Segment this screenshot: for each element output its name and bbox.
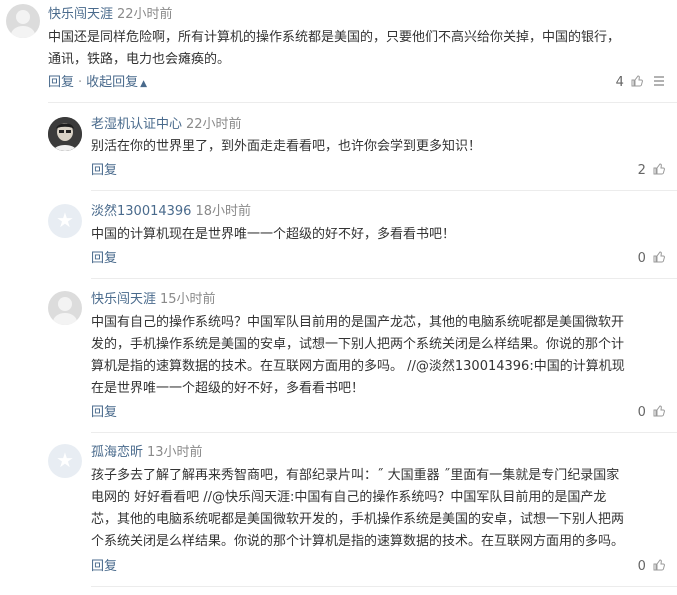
comment-author[interactable]: 快乐闯天涯 xyxy=(91,292,156,307)
more-menu-button[interactable] xyxy=(650,74,665,92)
reply-button[interactable]: 回复 xyxy=(91,405,117,420)
like-count: 2 xyxy=(637,163,646,178)
comment-text-line: 算机是指的速算数据的技术。在互联网方面用的多吗。 //@淡然130014396:… xyxy=(91,359,625,374)
comment-time: 15小时前 xyxy=(160,292,216,307)
user-photo xyxy=(48,117,82,151)
thumb-up-icon xyxy=(653,251,665,263)
thumb-up-icon xyxy=(653,559,665,571)
like-button[interactable]: 0 xyxy=(638,250,665,268)
comment-text-line: 孩子多去了解了解再来秀智商吧，有部纪录片叫：˝ 大国重器 ˝里面有一集就是专门纪… xyxy=(91,468,620,483)
like-button[interactable]: 0 xyxy=(638,558,665,576)
comment-text-line: 中国的计算机现在是世界唯一一个超级的好不好，多看看书吧！ xyxy=(91,227,456,242)
like-button[interactable]: 4 xyxy=(616,74,643,92)
comment-author[interactable]: 老湿机认证中心 xyxy=(91,117,182,132)
star-icon: ★ xyxy=(56,448,74,472)
avatar[interactable]: ★ xyxy=(48,204,82,238)
comment-time: 18小时前 xyxy=(195,204,251,219)
comment-text-line: 通讯，铁路，电力也会瘫痪的。 xyxy=(48,52,231,67)
comment-author[interactable]: 淡然130014396 xyxy=(91,204,191,219)
comment-text-line: 别活在你的世界里了，到外面走走看看吧，也许你会学到更多知识！ xyxy=(91,139,482,154)
comment-thread: 快乐闯天涯 22小时前 中国还是同样危险啊，所有计算机的操作系统都是美国的，只要他… xyxy=(0,0,677,595)
comment-text-line: 电网的 好好看看吧 //@快乐闯天涯:中国有自己的操作系统吗？中国军队目前用的是… xyxy=(91,490,607,505)
comment-author[interactable]: 快乐闯天涯 xyxy=(48,7,113,22)
comment-text-line: 芯，其他的电脑系统呢都是美国微软开发的，手机操作系统是美国的安卓，试想一下别人把… xyxy=(91,512,625,527)
collapse-replies-label: 收起回复 xyxy=(86,75,139,90)
divider xyxy=(48,102,677,103)
like-count: 4 xyxy=(615,75,624,90)
comment-text-line: 个系统关闭是么样结果。你说的那个计算机是指的速算数据的技术。在互联网方面用的多吗… xyxy=(91,534,625,549)
avatar[interactable] xyxy=(48,117,82,151)
collapse-replies-button[interactable]: 收起回复 ▲ xyxy=(86,75,147,90)
like-button[interactable]: 0 xyxy=(638,404,665,422)
comment-text-line: 发的，手机操作系统是美国的安卓，试想一下别人把两个系统关闭是么样结果。你说的那个… xyxy=(91,337,625,352)
reply-button[interactable]: 回复 xyxy=(48,75,74,90)
divider xyxy=(91,278,677,279)
star-icon: ★ xyxy=(56,208,74,232)
thumb-up-icon xyxy=(631,75,643,87)
comment-author[interactable]: 孤海恋昕 xyxy=(91,445,143,460)
comment-text: 中国还是同样危险啊，所有计算机的操作系统都是美国的，只要他们不高兴给你关掉，中国… xyxy=(48,27,620,71)
like-button[interactable]: 2 xyxy=(638,162,665,180)
avatar[interactable] xyxy=(6,4,40,38)
comment-text-line: 在是世界唯一一个超级的好不好，多看看书吧！ xyxy=(91,381,365,396)
comment-text: 中国的计算机现在是世界唯一一个超级的好不好，多看看书吧！ xyxy=(91,224,455,246)
comment-text: 别活在你的世界里了，到外面走走看看吧，也许你会学到更多知识！ xyxy=(91,136,481,158)
comment-text-line: 中国有自己的操作系统吗？中国军队目前用的是国产龙芯，其他的电脑系统呢都是美国微软… xyxy=(91,315,625,330)
caret-up-icon: ▲ xyxy=(140,79,148,89)
comment-text: 孩子多去了解了解再来秀智商吧，有部纪录片叫：˝ 大国重器 ˝里面有一集就是专门纪… xyxy=(91,465,624,553)
divider xyxy=(91,190,677,191)
comment-time: 22小时前 xyxy=(117,7,173,22)
reply-button[interactable]: 回复 xyxy=(91,251,117,266)
thumb-up-icon xyxy=(653,405,665,417)
avatar[interactable] xyxy=(48,291,82,325)
comment-time: 22小时前 xyxy=(186,117,242,132)
like-count: 0 xyxy=(637,405,646,420)
reply-button[interactable]: 回复 xyxy=(91,163,117,178)
divider xyxy=(91,432,677,433)
comment-text-line: 中国还是同样危险啊，所有计算机的操作系统都是美国的，只要他们不高兴给你关掉，中国… xyxy=(48,30,621,45)
separator: · xyxy=(78,75,83,90)
reply-button[interactable]: 回复 xyxy=(91,559,117,574)
comment-text: 中国有自己的操作系统吗？中国军队目前用的是国产龙芯，其他的电脑系统呢都是美国微软… xyxy=(91,312,625,400)
divider xyxy=(91,586,677,587)
avatar[interactable]: ★ xyxy=(48,444,82,478)
like-count: 0 xyxy=(637,559,646,574)
like-count: 0 xyxy=(637,251,646,266)
thumb-up-icon xyxy=(653,163,665,175)
menu-icon xyxy=(654,76,664,86)
comment-time: 13小时前 xyxy=(147,445,203,460)
